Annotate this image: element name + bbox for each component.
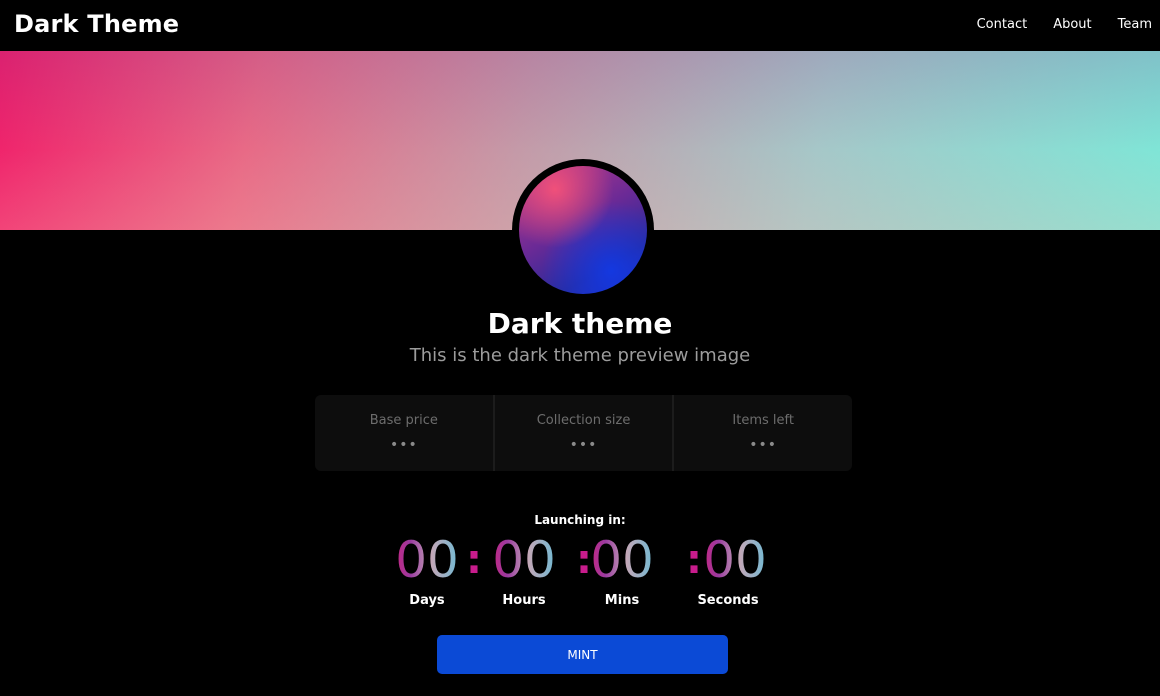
countdown-seconds: 00 Seconds [686,531,770,608]
top-navbar: Dark Theme Contact About Team [0,0,1160,51]
countdown-digits: 00 [693,531,777,589]
stat-value-loading: ••• [749,437,778,453]
nav-link-team[interactable]: Team [1118,17,1152,32]
countdown-digits: 00 [580,531,664,589]
stats-panel: Base price ••• Collection size ••• Items… [315,395,852,471]
countdown-separator: : [466,537,482,583]
brand-title[interactable]: Dark Theme [14,10,179,38]
collection-avatar [519,166,647,294]
stat-items-left: Items left ••• [672,395,852,471]
nav-link-contact[interactable]: Contact [977,17,1028,32]
countdown-hours: 00 Hours [482,531,566,608]
stat-label: Items left [732,413,794,428]
stat-base-price: Base price ••• [315,395,493,471]
page-subtitle: This is the dark theme preview image [409,345,751,366]
page-title: Dark theme [487,307,673,340]
countdown-unit-label: Mins [604,593,640,608]
countdown-days: 00 Days [385,531,469,608]
countdown-unit-label: Hours [502,593,546,608]
stat-value-loading: ••• [569,437,598,453]
stat-label: Collection size [536,413,631,428]
stat-value-loading: ••• [389,437,418,453]
nav-link-about[interactable]: About [1053,17,1091,32]
stat-label: Base price [369,413,438,428]
launch-label: Launching in: [534,513,626,527]
stat-collection-size: Collection size ••• [492,395,673,471]
countdown-mins: 00 Mins [580,531,664,608]
countdown-digits: 00 [482,531,566,589]
countdown-unit-label: Days [409,593,445,608]
nav-links: Contact About Team [977,17,1152,32]
countdown-digits: 00 [385,531,469,589]
mint-button[interactable]: MINT [437,635,728,674]
countdown-unit-label: Seconds [697,593,759,608]
